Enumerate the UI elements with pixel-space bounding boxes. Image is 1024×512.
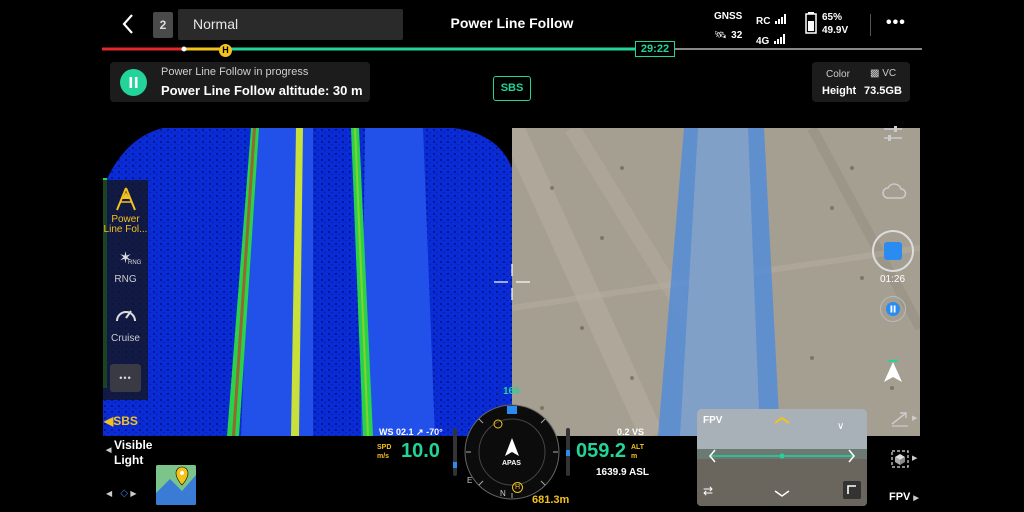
- crosshair-icon: [494, 264, 530, 300]
- cruise-tool[interactable]: Cruise: [103, 304, 148, 344]
- mode-number-badge: 2: [153, 12, 173, 38]
- record-button[interactable]: [872, 230, 914, 272]
- status-card: Power Line Follow in progress Power Line…: [110, 62, 370, 102]
- right-caret-icon: ▶: [913, 495, 919, 502]
- more-menu-icon[interactable]: •••: [886, 14, 906, 32]
- collapse-icon[interactable]: ∨: [837, 421, 844, 432]
- rc-signal-bars-icon: [774, 14, 786, 24]
- vc-label: VC: [882, 68, 897, 79]
- pause-task-button[interactable]: [120, 69, 147, 96]
- pause-recording-button[interactable]: [880, 296, 906, 322]
- pause-icon: [886, 302, 900, 316]
- altitude-value: 059.2: [576, 440, 627, 462]
- rgb-camera-view[interactable]: [512, 128, 920, 436]
- height-label: Height: [822, 85, 857, 97]
- battery-voltage: 49.9V: [822, 25, 849, 36]
- power-line-icon: [115, 187, 136, 211]
- altitude-unit-label: ALT m: [631, 444, 645, 460]
- speed-value: 10.0: [401, 440, 440, 462]
- sbs-caret-icon: ◀: [104, 414, 114, 428]
- home-distance: 681.3m: [532, 494, 570, 506]
- apas-label: APAS: [502, 460, 521, 467]
- heading-value: 166: [503, 386, 520, 397]
- settings-sliders-icon[interactable]: [882, 124, 904, 149]
- left-caret-icon: ◀: [106, 447, 112, 454]
- left-tool-panel: Power Line Fol... ✶ RNG RNG Cruise •••: [103, 180, 148, 400]
- speed-unit-label: SPD m/s: [377, 444, 392, 460]
- right-caret-icon: ▶: [912, 415, 918, 422]
- swap-view-icon[interactable]: ⇄: [703, 484, 721, 500]
- minimap[interactable]: [156, 465, 196, 505]
- light-label: Light: [114, 453, 144, 467]
- right-caret-icon: ▶: [912, 455, 918, 462]
- camera-mode-card[interactable]: Color ▩ VC Height 73.5GB: [812, 62, 910, 102]
- task-status-text: Power Line Follow in progress: [161, 66, 309, 78]
- fpv-preview[interactable]: FPV ∨ ⇄: [697, 409, 867, 506]
- rng-tool[interactable]: ✶ RNG RNG: [103, 248, 148, 285]
- satellite-icon: 🛰: [714, 30, 727, 41]
- speed-gauge: [453, 428, 457, 476]
- divider: [870, 14, 871, 36]
- rc-label: RC: [756, 16, 771, 27]
- storage-value: 73.5GB: [864, 85, 902, 97]
- vertical-speed: 0.2 VS: [617, 427, 645, 437]
- navigation-arrow-icon[interactable]: [882, 360, 904, 389]
- record-time: 01:26: [880, 274, 906, 285]
- cloud-icon[interactable]: [881, 180, 907, 207]
- left-caret-icon: ◀: [106, 489, 113, 498]
- altitude-gauge: [566, 428, 570, 476]
- compass-east-label: E: [467, 476, 473, 485]
- stop-square-icon: [884, 242, 902, 260]
- gnss-label: GNSS: [714, 11, 743, 22]
- home-compass-icon: H: [512, 482, 523, 493]
- fullscreen-icon[interactable]: [843, 481, 861, 499]
- back-button[interactable]: [118, 12, 140, 36]
- cruise-label: Cruise: [111, 333, 140, 344]
- fpv-label: FPV: [703, 415, 723, 426]
- ar-cube-icon[interactable]: [890, 449, 910, 474]
- speedometer-icon: [115, 310, 136, 322]
- gnss-status[interactable]: GNSS 🛰 32: [714, 11, 743, 41]
- visible-label: Visible: [114, 438, 153, 452]
- asl-value: 1639.9 ASL: [596, 467, 649, 478]
- rng-icon: ✶ RNG: [118, 250, 142, 267]
- visible-light-selector[interactable]: ◀ Visible Light: [106, 438, 152, 468]
- battery-icon: [805, 12, 819, 36]
- rng-label: RNG: [114, 274, 137, 285]
- diamond-icon: ◇: [120, 488, 129, 499]
- fpv-switch[interactable]: FPV ▶: [889, 491, 919, 503]
- gnss-count: 32: [731, 30, 743, 41]
- pause-icon: [129, 77, 138, 88]
- power-line-label: Power Line Fol...: [103, 214, 148, 235]
- lens-switch[interactable]: ◀ ◇ ▶: [106, 488, 136, 499]
- task-altitude-text: Power Line Follow altitude: 30 m: [161, 83, 363, 98]
- wind-arrow-icon: ↗: [416, 427, 424, 437]
- home-marker: H: [219, 44, 232, 57]
- back-arrow-icon: [122, 14, 133, 34]
- color-label: Color: [826, 69, 850, 80]
- battery-status[interactable]: 65% 49.9V: [822, 12, 848, 36]
- battery-percent: 65%: [822, 12, 843, 23]
- flight-mode-field[interactable]: Normal: [178, 9, 403, 40]
- progress-time: 29:22: [635, 41, 675, 57]
- lidar-point-cloud-view[interactable]: [103, 128, 512, 436]
- more-tools-button[interactable]: •••: [110, 364, 141, 392]
- sd-card-icon: ▩: [870, 68, 880, 79]
- right-caret-icon: ▶: [130, 489, 137, 498]
- compass-north-label: N: [500, 489, 506, 498]
- expand-diagonal-icon[interactable]: [890, 410, 912, 433]
- sbs-indicator[interactable]: ◀SBS: [104, 414, 138, 428]
- wind-speed: WS 02.1 ↗ -70°: [379, 427, 443, 437]
- sbs-toggle-button[interactable]: SBS: [493, 76, 531, 101]
- power-line-follow-tool[interactable]: Power Line Fol...: [103, 186, 148, 235]
- page-title: Power Line Follow: [450, 15, 574, 31]
